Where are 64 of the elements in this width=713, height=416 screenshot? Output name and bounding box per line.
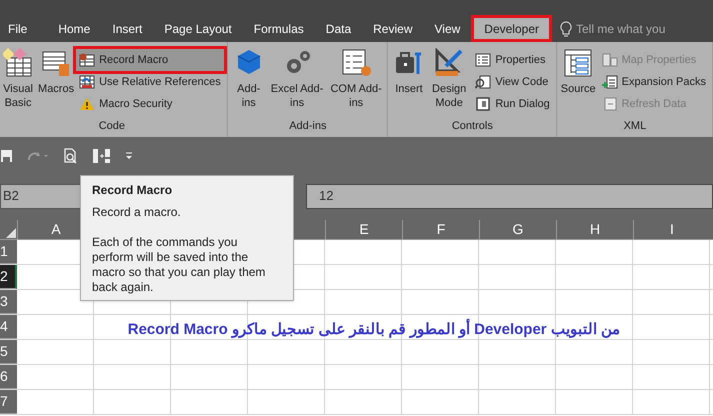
ribbon-button[interactable]: Use Relative References — [76, 71, 224, 93]
ribbon-large-button[interactable]: Excel Add-ins — [268, 42, 326, 118]
tell-me-field[interactable]: Tell me what you — [560, 20, 666, 38]
record-sheet-icon — [79, 53, 96, 67]
save-icon[interactable] — [1, 149, 13, 163]
ribbon-button[interactable]: Run Dialog — [472, 93, 553, 115]
columns-icon[interactable] — [93, 148, 111, 164]
xml-tree-icon — [563, 48, 594, 78]
magnifier-sheet-icon — [475, 75, 492, 89]
row-header[interactable]: 3 — [0, 290, 17, 314]
ribbon-button[interactable]: Record Macro — [76, 49, 224, 71]
document-plus-icon — [602, 75, 618, 89]
row-header[interactable]: 6 — [0, 365, 17, 389]
ribbon-tab[interactable]: Home — [47, 15, 102, 42]
ruler-pencil-icon — [434, 48, 464, 78]
refresh-document-icon — [602, 97, 618, 111]
column-header[interactable]: E — [325, 220, 402, 239]
sheet-shapes-icon — [3, 48, 34, 78]
ribbon-large-button[interactable]: Visual Basic — [0, 42, 36, 118]
relative-sheet-icon — [79, 75, 96, 89]
map-grid-icon — [602, 53, 618, 67]
group-label: XML — [622, 118, 648, 134]
ribbon-large-button[interactable]: Design Mode — [428, 42, 470, 118]
group-label: Code — [98, 118, 126, 134]
row-header[interactable]: 4 — [0, 315, 17, 339]
ribbon-button[interactable]: View Code — [472, 71, 553, 93]
warning-icon — [79, 97, 96, 111]
column-header[interactable]: G — [479, 220, 556, 239]
properties-list-icon — [475, 53, 492, 67]
ribbon-large-button[interactable]: COM Add-ins — [328, 42, 384, 118]
tell-me-placeholder: Tell me what you — [576, 20, 666, 38]
select-all-icon[interactable] — [6, 228, 16, 238]
row-header[interactable]: 2 — [0, 265, 17, 289]
ribbon-tab[interactable]: File — [0, 15, 36, 42]
row-header[interactable]: 1 — [0, 240, 17, 264]
row-header[interactable]: 7 — [0, 390, 17, 414]
customize-caret-icon[interactable] — [125, 152, 133, 160]
annotation-text: من التبويب Developer أو المطور قم بالنقر على تسجيل ماكرو Record Macro — [80, 319, 620, 342]
print-preview-icon[interactable] — [63, 148, 79, 164]
ribbon-tab[interactable]: Page Layout — [153, 15, 243, 42]
column-header[interactable]: F — [402, 220, 479, 239]
group-label: Controls — [450, 118, 494, 134]
formula-field[interactable]: 12 — [306, 184, 713, 208]
ribbon-button[interactable]: Expansion Packs — [598, 71, 709, 93]
column-header[interactable]: I — [633, 220, 710, 239]
dialog-window-icon — [475, 97, 492, 111]
column-header[interactable]: H — [556, 220, 633, 239]
ribbon-tab[interactable]: Developer — [471, 15, 552, 42]
ribbon-button[interactable]: Macro Security — [76, 93, 224, 115]
ribbon-tab[interactable]: View — [424, 15, 472, 42]
ribbon-large-button[interactable]: Add-ins — [232, 42, 266, 118]
lightbulb-icon — [560, 20, 572, 36]
ribbon-tab[interactable]: Review — [362, 15, 424, 42]
group-label: Add-ins — [288, 118, 328, 134]
ribbon-large-button[interactable]: Insert — [392, 42, 426, 118]
ribbon-tab[interactable]: Insert — [101, 15, 154, 42]
ribbon-large-button[interactable]: Source — [560, 42, 596, 118]
checklist-gear-icon — [341, 48, 372, 78]
tooltip-text: Each of the commands you perform will be saved into the macro so that you can play them back again. — [92, 235, 266, 295]
row-header[interactable]: 5 — [0, 340, 17, 364]
ribbon-tab[interactable]: Formulas — [242, 15, 315, 42]
ribbon-tab[interactable]: Data — [314, 15, 362, 42]
ribbon-large-button[interactable]: Macros — [39, 42, 74, 118]
ribbon-button[interactable]: Properties — [472, 49, 553, 71]
